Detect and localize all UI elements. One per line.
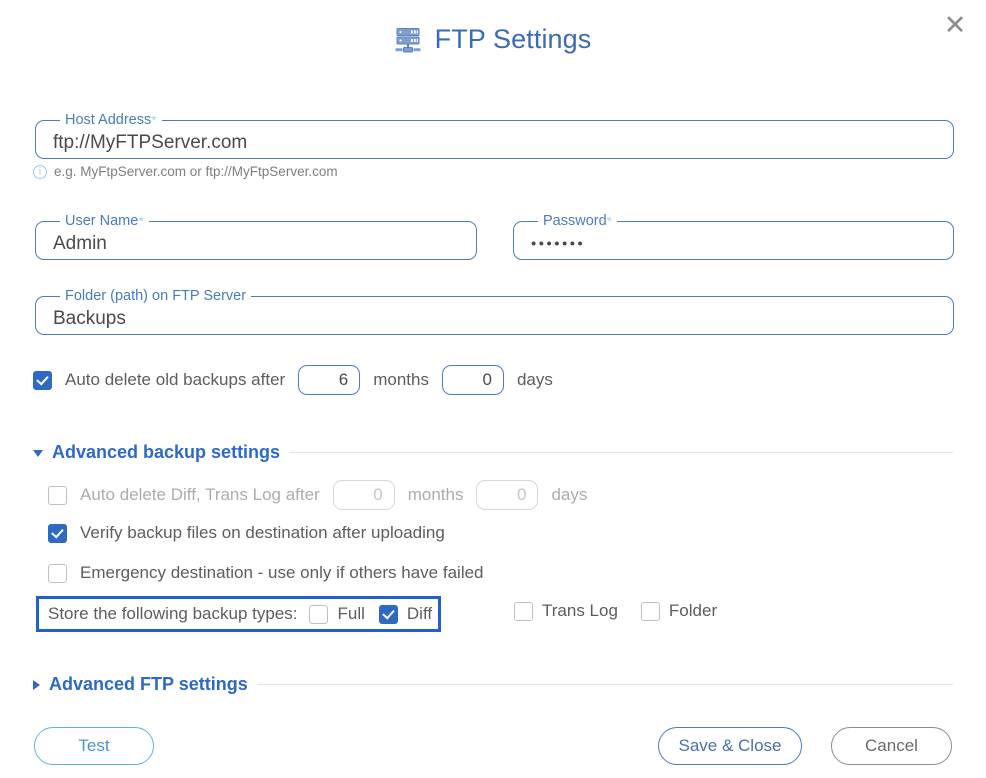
user-name-label: User Name*	[65, 213, 144, 229]
backup-types-label: Store the following backup types:	[48, 604, 298, 623]
caret-down-icon[interactable]	[33, 450, 43, 457]
backup-type-trans-log-label: Trans Log	[542, 601, 618, 620]
cancel-button[interactable]: Cancel	[831, 727, 952, 765]
test-button[interactable]: Test	[34, 727, 154, 765]
verify-backup-row: Verify backup files on destination after…	[48, 523, 445, 543]
folder-path-value: Backups	[53, 308, 126, 329]
host-address-value: ftp://MyFTPServer.com	[53, 132, 248, 153]
auto-delete-days-unit: days	[516, 370, 553, 389]
backup-type-full-label: Full	[337, 604, 365, 623]
password-field[interactable]: Password* •••••••	[513, 213, 954, 260]
host-address-field[interactable]: Host Address* ftp://MyFTPServer.com	[35, 112, 954, 159]
host-address-hint: i e.g. MyFtpServer.com or ftp://MyFtpSer…	[33, 164, 338, 179]
folder-path-label: Folder (path) on FTP Server	[65, 288, 247, 304]
auto-delete-months-unit: months	[373, 370, 429, 389]
password-value: •••••••	[531, 235, 586, 253]
backup-types-extra-options: Trans Log Folder	[514, 601, 717, 621]
auto-delete-diff-row: Auto delete Diff, Trans Log after 0 mont…	[48, 480, 587, 510]
backup-type-folder-label: Folder	[668, 601, 718, 620]
verify-backup-checkbox[interactable]	[48, 523, 67, 543]
dialog-title-row: FTP Settings	[0, 0, 986, 55]
backup-type-diff-label: Diff	[406, 604, 433, 623]
caret-right-icon[interactable]	[33, 679, 40, 690]
section-divider	[289, 452, 953, 453]
user-name-value: Admin	[53, 233, 107, 254]
auto-delete-diff-months-unit: months	[407, 485, 464, 504]
advanced-backup-title: Advanced backup settings	[52, 442, 281, 462]
info-icon: i	[33, 164, 47, 179]
required-asterisk: *	[606, 213, 613, 229]
emergency-destination-row: Emergency destination - use only if othe…	[48, 563, 484, 583]
auto-delete-months-input[interactable]: 6	[298, 365, 361, 395]
backup-types-focus-group[interactable]: Store the following backup types: Full D…	[36, 596, 442, 632]
folder-path-field[interactable]: Folder (path) on FTP Server Backups	[35, 288, 954, 335]
advanced-ftp-title: Advanced FTP settings	[49, 674, 248, 694]
advanced-backup-section-header[interactable]: Advanced backup settings	[33, 442, 953, 463]
auto-delete-diff-days-unit: days	[551, 485, 588, 504]
auto-delete-days-input[interactable]: 0	[441, 365, 504, 395]
emergency-destination-label: Emergency destination - use only if othe…	[80, 563, 484, 582]
emergency-destination-checkbox[interactable]	[48, 563, 67, 583]
auto-delete-row: Auto delete old backups after 6 months 0…	[33, 365, 553, 395]
backup-type-trans-log-checkbox[interactable]	[514, 601, 533, 621]
verify-backup-label: Verify backup files on destination after…	[80, 523, 445, 542]
close-icon[interactable]: ✕	[938, 8, 972, 42]
backup-type-full-checkbox[interactable]	[309, 604, 329, 624]
server-network-icon	[395, 27, 421, 52]
auto-delete-diff-days-input[interactable]: 0	[476, 480, 539, 510]
host-address-label: Host Address*	[65, 112, 157, 128]
backup-type-folder-checkbox[interactable]	[640, 601, 660, 621]
password-label: Password*	[543, 213, 613, 229]
host-address-hint-text: e.g. MyFtpServer.com or ftp://MyFtpServe…	[54, 164, 338, 179]
auto-delete-diff-checkbox[interactable]	[48, 485, 67, 505]
save-and-close-button[interactable]: Save & Close	[658, 727, 802, 765]
auto-delete-label: Auto delete old backups after	[65, 370, 286, 389]
auto-delete-diff-label: Auto delete Diff, Trans Log after	[80, 485, 320, 504]
required-asterisk: *	[151, 112, 157, 128]
page-title: FTP Settings	[434, 24, 592, 54]
required-asterisk: *	[138, 213, 144, 229]
auto-delete-diff-months-input[interactable]: 0	[332, 480, 395, 510]
ftp-settings-dialog: ✕ FTP Settings Host Address* ftp://MyFTP…	[0, 0, 986, 778]
backup-type-diff-checkbox[interactable]	[378, 604, 398, 624]
section-divider	[256, 684, 953, 685]
user-name-field[interactable]: User Name* Admin	[35, 213, 477, 260]
advanced-ftp-section-header[interactable]: Advanced FTP settings	[33, 674, 953, 695]
auto-delete-checkbox[interactable]	[33, 370, 52, 390]
